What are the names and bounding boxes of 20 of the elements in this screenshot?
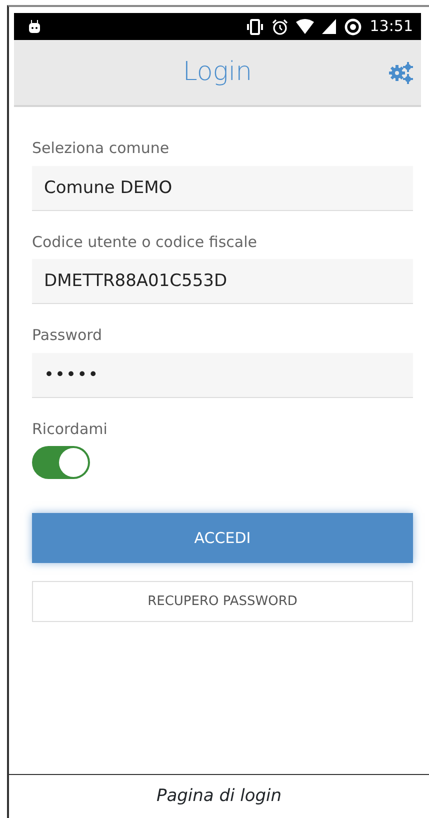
alarm-icon <box>272 18 288 34</box>
login-button[interactable]: ACCEDI <box>32 513 413 563</box>
field-label: Seleziona comune <box>32 138 170 159</box>
input-field[interactable]: DMETTR88A01C553D <box>32 259 413 304</box>
wifi-icon <box>296 19 314 34</box>
page-title: Login <box>182 56 252 89</box>
android-icon <box>28 20 41 33</box>
settings-icon[interactable] <box>389 62 413 84</box>
field-label: Codice utente o codice fiscale <box>32 232 258 252</box>
figure-caption: Pagina di login <box>156 784 282 808</box>
recover-password-button[interactable]: RECUPERO PASSWORD <box>32 581 413 622</box>
clock-time: 13:51 <box>370 16 413 38</box>
toggle-switch[interactable] <box>32 446 90 479</box>
input-field[interactable]: Comune DEMO <box>32 166 413 210</box>
password-field[interactable]: ••••• <box>32 352 413 398</box>
vibrate-icon <box>246 18 264 34</box>
field-label: Password <box>32 325 104 346</box>
toggle-label: Ricordami <box>32 418 108 440</box>
sync-icon <box>344 18 362 36</box>
signal-icon <box>322 19 336 34</box>
